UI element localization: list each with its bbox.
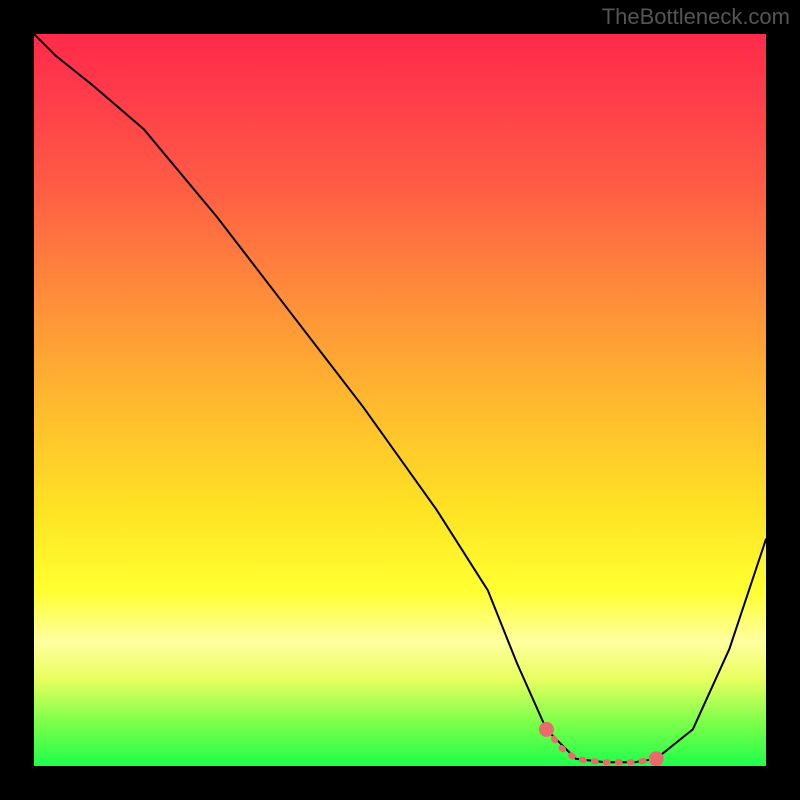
bottleneck-curve (34, 34, 766, 762)
watermark-text: TheBottleneck.com (602, 4, 790, 30)
sweet-spot-line (546, 729, 656, 762)
sweet-spot-end-dot (541, 724, 551, 734)
sweet-spot-highlight (541, 724, 661, 763)
chart-svg (34, 34, 766, 766)
sweet-spot-end-dot (651, 754, 661, 764)
plot-area (34, 34, 766, 766)
